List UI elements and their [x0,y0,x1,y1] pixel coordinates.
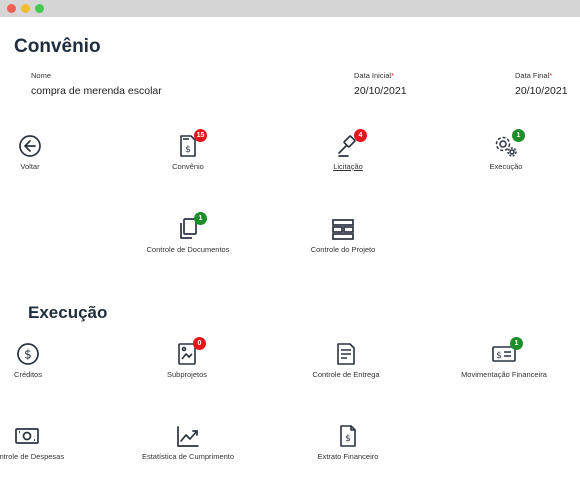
controle-entrega-label: Controle de Entrega [312,370,380,379]
nome-label: Nome [31,71,52,80]
image-document-icon: 0 [175,337,206,366]
data-final-label: Data Final* [515,71,553,80]
execucao-button[interactable]: 1 Execução [446,129,566,178]
nome-field[interactable]: compra de merenda escolar [31,85,162,97]
coin-dollar-icon: $ [16,342,40,366]
movimentacao-financeira-badge: 1 [510,337,523,350]
estatistica-cumprimento-label: Estatística de Cumprimento [141,452,235,461]
arrow-left-circle-icon [18,134,42,158]
close-window-button[interactable] [7,4,16,13]
movimentacao-financeira-button[interactable]: $ 1 Movimentação Financeira [444,337,564,386]
extrato-financeiro-label: Extrato Financeiro [317,452,379,461]
extrato-financeiro-button[interactable]: $ Extrato Financeiro [288,424,408,468]
svg-text:$: $ [345,434,351,444]
banknote-icon [15,424,39,448]
controle-despesas-button[interactable]: Controle de Despesas [0,424,87,468]
delivery-doc-icon [334,342,358,366]
convenio-button[interactable]: $ 15 Convênio [128,129,248,178]
subprojetos-badge: 0 [193,337,206,350]
controle-projeto-button[interactable]: Controle do Projeto [283,217,403,261]
estatistica-cumprimento-button[interactable]: Estatística de Cumprimento [128,424,248,468]
data-inicial-field[interactable]: 20/10/2021 [354,85,407,97]
gavel-icon: 4 [336,129,367,158]
svg-text:$: $ [185,145,191,155]
execucao-section-title: Execução [28,303,108,322]
movimentacao-financeira-label: Movimentação Financeira [461,370,547,379]
convenio-badge: 15 [194,129,207,142]
data-final-field[interactable]: 20/10/2021 [515,85,568,97]
convenio-label: Convênio [172,162,204,171]
controle-entrega-button[interactable]: Controle de Entrega [286,342,406,386]
controle-documentos-badge: 1 [194,212,207,225]
page-title: Convênio [14,36,101,57]
execucao-badge: 1 [512,129,525,142]
svg-text:$: $ [496,351,502,361]
licitacao-button[interactable]: 4 Licitação [288,129,408,178]
creditos-button[interactable]: $ Créditos [0,342,88,386]
layout-grid-icon [331,217,355,241]
controle-documentos-button[interactable]: 1 Controle de Documentos [128,212,248,261]
svg-text:$: $ [24,348,32,362]
document-dollar-icon: $ 15 [176,129,207,158]
voltar-label: Voltar [20,162,40,171]
data-inicial-label: Data Inicial* [354,71,395,80]
execucao-label: Execução [489,162,523,171]
subprojetos-button[interactable]: 0 Subprojetos [127,337,247,386]
check-dollar-icon: $ 1 [492,337,523,366]
licitacao-badge: 4 [354,129,367,142]
controle-documentos-label: Controle de Documentos [146,245,230,254]
creditos-label: Créditos [14,370,42,379]
voltar-button[interactable]: Voltar [0,134,90,178]
documents-copy-icon: 1 [176,212,207,241]
licitacao-label: Licitação [333,162,363,171]
gears-icon: 1 [494,129,525,158]
controle-projeto-label: Controle do Projeto [310,245,376,254]
subprojetos-label: Subprojetos [166,370,208,379]
window-titlebar [0,0,580,17]
trend-chart-icon [176,424,200,448]
receipt-dollar-icon: $ [336,424,360,448]
controle-despesas-label: Controle de Despesas [0,452,65,461]
minimize-window-button[interactable] [21,4,30,13]
maximize-window-button[interactable] [35,4,44,13]
